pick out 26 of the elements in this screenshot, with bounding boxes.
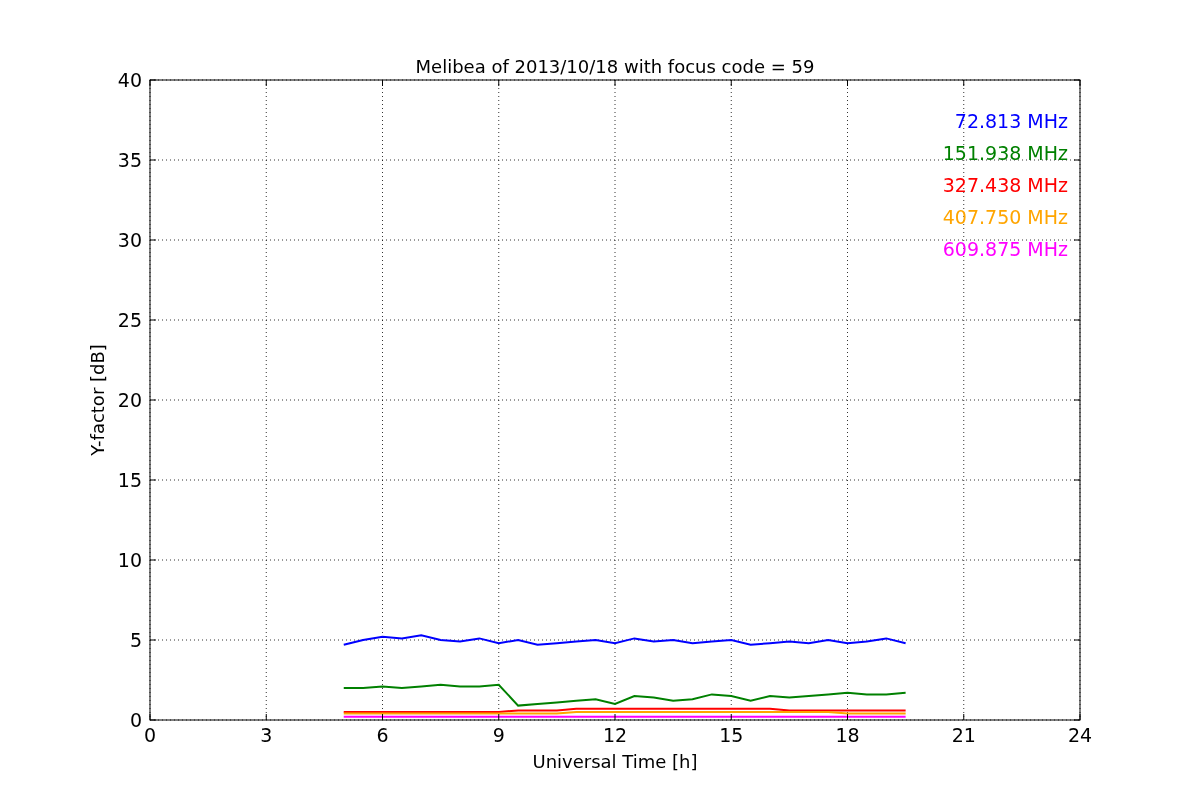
- y-tick-label: 25: [117, 309, 142, 331]
- chart-title: Melibea of 2013/10/18 with focus code = 59: [415, 56, 815, 77]
- x-tick-label: 9: [492, 724, 505, 746]
- x-tick-label: 18: [835, 724, 860, 746]
- y-axis-label: Y-factor [dB]: [87, 344, 108, 456]
- x-tick-label: 21: [951, 724, 976, 746]
- legend-label: 407.750 MHz: [942, 206, 1068, 228]
- y-tick-label: 5: [129, 629, 142, 651]
- x-axis-label: Universal Time [h]: [532, 751, 698, 772]
- x-tick-label: 6: [376, 724, 389, 746]
- y-tick-label: 30: [117, 229, 142, 251]
- x-tick-label: 15: [719, 724, 744, 746]
- legend-label: 327.438 MHz: [942, 174, 1068, 196]
- legend-label: 151.938 MHz: [942, 142, 1068, 164]
- y-tick-label: 0: [129, 709, 142, 731]
- y-tick-label: 35: [117, 149, 142, 171]
- y-tick-label: 40: [117, 69, 142, 91]
- y-tick-label: 20: [117, 389, 142, 411]
- y-tick-label: 15: [117, 469, 142, 491]
- x-tick-label: 12: [602, 724, 628, 746]
- x-tick-label: 24: [1067, 724, 1093, 746]
- legend-label: 72.813 MHz: [954, 110, 1068, 132]
- x-tick-label: 0: [143, 724, 157, 746]
- y-tick-label: 10: [117, 549, 142, 571]
- legend-label: 609.875 MHz: [942, 238, 1068, 260]
- x-tick-label: 3: [260, 724, 273, 746]
